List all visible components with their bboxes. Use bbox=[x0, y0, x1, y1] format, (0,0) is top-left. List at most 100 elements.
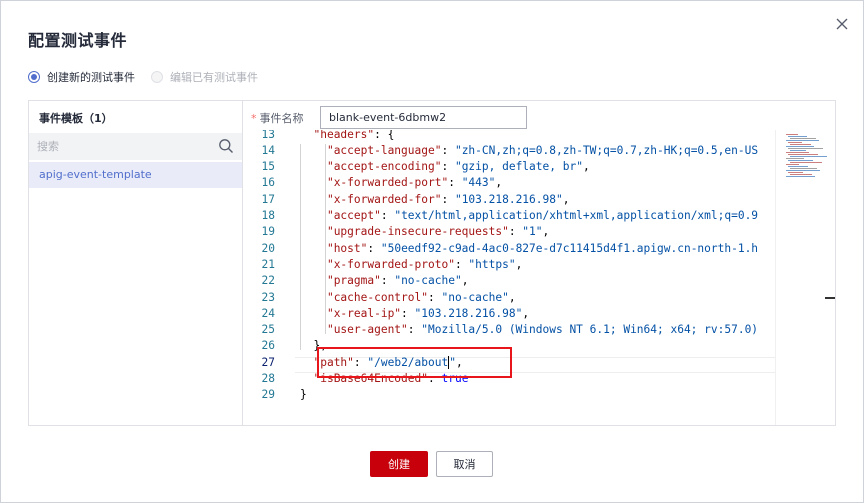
code-token: "x-forwarded-for" bbox=[326, 192, 442, 206]
code-line: 17 "x-forwarded-for": "103.218.216.98", bbox=[243, 192, 775, 208]
template-sidebar: 事件模板（1） apig-event-template bbox=[29, 101, 243, 425]
code-line: 16 "x-forwarded-port": "443", bbox=[243, 175, 775, 191]
minimap-line bbox=[786, 140, 819, 141]
line-number: 27 bbox=[261, 355, 275, 369]
code-text: "accept-language": "zh-CN,zh;q=0.8,zh-TW… bbox=[300, 143, 758, 159]
code-token: "50eedf92-c9ad-4ac0-827e-d7c11415d4f1.ap… bbox=[380, 241, 759, 255]
code-token: "pragma" bbox=[326, 274, 381, 288]
code-text: "x-forwarded-proto": "https", bbox=[300, 257, 522, 273]
code-text: "cache-control": "no-cache", bbox=[300, 290, 516, 306]
code-text: "accept-encoding": "gzip, deflate, br", bbox=[300, 159, 590, 175]
radio-selected-icon bbox=[28, 71, 40, 83]
code-token: "no-cache" bbox=[441, 290, 509, 304]
code-line: 14 "accept-language": "zh-CN,zh;q=0.8,zh… bbox=[243, 143, 775, 159]
search-icon[interactable] bbox=[218, 138, 234, 154]
code-token: : bbox=[428, 290, 442, 304]
code-text: "headers": { bbox=[300, 130, 394, 143]
code-token: , bbox=[582, 160, 590, 174]
code-token: } bbox=[300, 388, 307, 402]
minimap-line bbox=[788, 136, 807, 137]
line-number: 21 bbox=[261, 257, 275, 271]
cancel-button[interactable]: 取消 bbox=[436, 451, 493, 477]
line-number: 22 bbox=[261, 274, 275, 288]
event-name-input[interactable] bbox=[320, 106, 527, 129]
code-line: 15 "accept-encoding": "gzip, deflate, br… bbox=[243, 159, 775, 175]
event-name-label: 事件名称 bbox=[259, 112, 304, 125]
line-number: 17 bbox=[261, 192, 275, 206]
minimap-line bbox=[788, 142, 802, 143]
required-mark: * bbox=[251, 111, 257, 125]
code-token: "1" bbox=[522, 225, 543, 239]
code-token: : bbox=[508, 225, 523, 239]
close-icon[interactable] bbox=[833, 15, 851, 33]
line-number: 15 bbox=[261, 160, 275, 174]
code-token: "accept-encoding" bbox=[326, 160, 442, 174]
code-token: "user-agent" bbox=[326, 323, 408, 337]
line-number: 20 bbox=[261, 241, 275, 255]
line-number: 13 bbox=[261, 130, 275, 141]
code-text: "x-real-ip": "103.218.216.98", bbox=[300, 306, 529, 322]
minimap-line bbox=[790, 174, 812, 175]
line-number: 16 bbox=[261, 176, 275, 190]
code-token: , bbox=[562, 192, 570, 206]
code-token: "cache-control" bbox=[326, 290, 428, 304]
code-token: , bbox=[508, 290, 516, 304]
code-token: : bbox=[454, 257, 469, 271]
minimap-line bbox=[788, 148, 823, 149]
code-token: : bbox=[407, 323, 422, 337]
code-token: "upgrade-insecure-requests" bbox=[326, 225, 509, 239]
configure-test-event-dialog: 配置测试事件 创建新的测试事件 编辑已有测试事件 事件模板（1） apig-ev… bbox=[0, 0, 864, 503]
code-token: "x-forwarded-port" bbox=[326, 176, 449, 190]
radio-create-new-event[interactable]: 创建新的测试事件 bbox=[28, 69, 135, 85]
code-token: "text/html,application/xhtml+xml,applica… bbox=[394, 209, 759, 222]
code-token: "headers" bbox=[313, 130, 375, 141]
template-item-apig-event-template[interactable]: apig-event-template bbox=[29, 162, 242, 188]
overview-ruler-cursor-mark bbox=[825, 297, 835, 299]
template-search-input[interactable] bbox=[37, 137, 207, 155]
minimap-line bbox=[786, 158, 804, 159]
radio-edit-existing-event: 编辑已有测试事件 bbox=[151, 69, 258, 85]
code-line: 24 "x-real-ip": "103.218.216.98", bbox=[243, 306, 775, 322]
line-number: 29 bbox=[261, 388, 275, 402]
minimap-line bbox=[788, 160, 813, 161]
code-token: , bbox=[495, 176, 503, 190]
code-token: : bbox=[441, 143, 455, 157]
template-list-title: 事件模板（1） bbox=[39, 112, 113, 125]
create-button[interactable]: 创建 bbox=[370, 451, 428, 477]
code-token: : bbox=[367, 241, 381, 255]
radio-edit-existing-label: 编辑已有测试事件 bbox=[170, 71, 258, 84]
code-token: "accept" bbox=[326, 209, 381, 222]
minimap-line bbox=[790, 156, 827, 157]
minimap-line bbox=[790, 138, 816, 139]
code-token: : bbox=[401, 306, 415, 320]
line-number: 26 bbox=[261, 339, 275, 353]
line-number: 23 bbox=[261, 290, 275, 304]
code-line: 29} bbox=[243, 387, 775, 403]
minimap-line bbox=[790, 150, 806, 151]
code-token: "103.218.216.98" bbox=[454, 192, 563, 206]
code-token: , bbox=[461, 274, 469, 288]
code-token: "103.218.216.98" bbox=[414, 306, 523, 320]
line-number: 14 bbox=[261, 143, 275, 157]
dialog-title: 配置测试事件 bbox=[28, 31, 128, 50]
minimap-line bbox=[788, 172, 803, 173]
code-token: "https" bbox=[468, 257, 516, 271]
code-token: "x-forwarded-proto" bbox=[326, 257, 455, 271]
minimap-line bbox=[786, 146, 814, 147]
code-token: : bbox=[380, 274, 395, 288]
minimap-line bbox=[788, 166, 808, 167]
code-text: "accept": "text/html,application/xhtml+x… bbox=[300, 208, 758, 224]
code-token: "no-cache" bbox=[394, 274, 462, 288]
line-number: 24 bbox=[261, 306, 275, 320]
code-text: "user-agent": "Mozilla/5.0 (Windows NT 6… bbox=[300, 322, 758, 338]
editor-minimap[interactable] bbox=[775, 130, 836, 425]
event-mode-radio-group: 创建新的测试事件 编辑已有测试事件 bbox=[28, 69, 274, 85]
